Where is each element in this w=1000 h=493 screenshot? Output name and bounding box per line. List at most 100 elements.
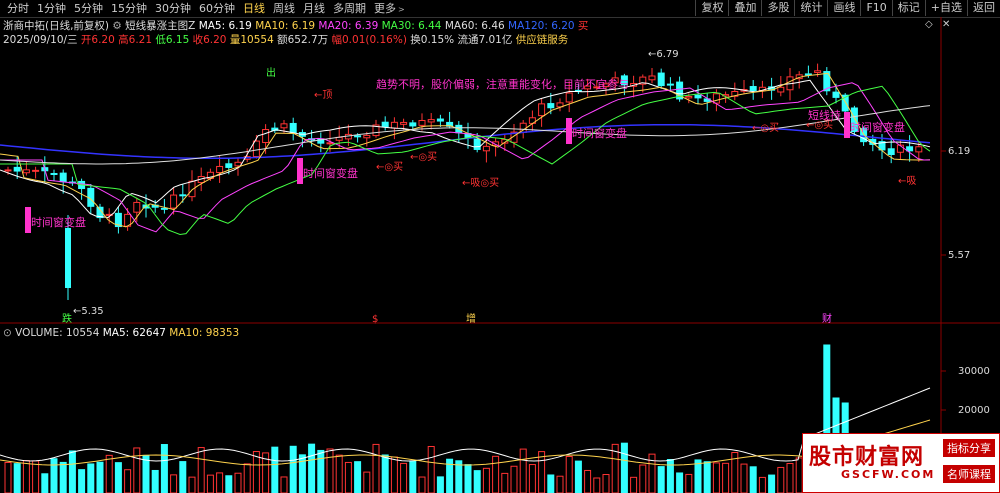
volume-bar xyxy=(289,445,297,493)
volume-bar xyxy=(786,463,794,493)
volume-bar xyxy=(179,461,187,493)
candle-body xyxy=(915,146,923,153)
candle-body xyxy=(170,194,178,209)
volume-bar xyxy=(142,455,150,493)
watermark-tag-share: 指标分享 xyxy=(943,439,995,457)
candle-body xyxy=(749,86,757,92)
volume-bar xyxy=(50,458,58,493)
volume-bar xyxy=(390,456,398,493)
buy-annotation: ←◎买 xyxy=(410,151,437,163)
volume-bar xyxy=(676,472,684,493)
volume-bar xyxy=(528,464,536,493)
candle-body xyxy=(814,70,822,73)
volume-ma5: MA5: 62647 xyxy=(102,327,166,339)
candle-body xyxy=(59,172,67,183)
buy-flag: 买 xyxy=(577,20,589,32)
time-window-label: 时间窗变盘 xyxy=(850,120,905,134)
volume-axis-label: 20000 xyxy=(958,405,990,416)
diamond-icon[interactable]: ◇ xyxy=(925,19,933,30)
volume-bar xyxy=(694,459,702,493)
volume-collapse-icon[interactable]: ⊙ xyxy=(3,327,12,339)
high-price-label: ←6.79 xyxy=(648,49,679,60)
close-icon[interactable]: ✕ xyxy=(942,19,950,30)
indicator-name[interactable]: 短线暴涨主图Z xyxy=(125,20,195,32)
volume-bar xyxy=(519,448,527,493)
volume-axis-label: 30000 xyxy=(958,366,990,377)
volume-bar xyxy=(78,469,86,493)
volume-bar xyxy=(216,472,224,493)
absorb-buy-annotation: ←吸◎买 xyxy=(462,177,499,189)
candle-body xyxy=(666,83,674,86)
time-window-label: 时间窗变盘 xyxy=(31,215,86,229)
candle-body xyxy=(648,75,656,81)
volume-bar xyxy=(547,474,555,493)
volume-bar xyxy=(602,474,610,493)
dividend-marker: $ xyxy=(372,314,378,325)
volume-bar xyxy=(160,444,168,493)
volume-bar xyxy=(13,463,21,493)
volume-bar xyxy=(344,461,352,493)
candle-body xyxy=(160,207,168,210)
ma120-line xyxy=(0,123,931,160)
volume-bar xyxy=(335,454,343,493)
candle-body xyxy=(354,135,362,138)
amount-value: 额652.7万 xyxy=(277,34,329,46)
volume-bar xyxy=(206,474,214,493)
watermark-logo: 股市财富网 GSCFW.COM 指标分享 名师课程 xyxy=(802,433,1000,493)
open-value: 开6.20 xyxy=(80,34,115,46)
volume-bar xyxy=(777,466,785,493)
volume-bar xyxy=(41,473,49,493)
candle-body xyxy=(804,73,812,76)
volume-bar xyxy=(703,461,711,493)
low-value: 低6.15 xyxy=(155,34,190,46)
close-value: 收6.20 xyxy=(192,34,227,46)
volume-bar xyxy=(685,473,693,493)
volume-bar xyxy=(243,463,251,493)
candle-body xyxy=(4,169,12,172)
kline-chart[interactable]: 6.195.573000020000时间窗变盘时间窗变盘时间窗变盘 时间窗变盘趋势… xyxy=(0,0,1000,493)
candle-body xyxy=(409,122,417,127)
volume-bar xyxy=(124,469,132,493)
volume-bar xyxy=(584,469,592,493)
volume-bar xyxy=(133,447,141,493)
quote-info-line: 2025/09/10/三 开6.20 高6.21 低6.15 收6.20 量10… xyxy=(3,32,568,47)
volume-bar xyxy=(768,474,776,493)
volume-bar xyxy=(170,474,178,493)
volume-bar xyxy=(657,466,665,493)
indicator-info-line: 浙商中拓(日线,前复权) ⚙ 短线暴涨主图Z MA5: 6.19 MA10: 6… xyxy=(3,18,588,33)
candle-body xyxy=(22,169,30,174)
volume-bar xyxy=(225,475,233,493)
candle-body xyxy=(390,121,398,129)
volume-bar xyxy=(59,461,67,493)
candle-body xyxy=(381,121,389,128)
date-label: 2025/09/10/三 xyxy=(3,34,78,46)
candle-body xyxy=(473,138,481,150)
fall-marker: 跌 xyxy=(62,312,72,325)
volume-bar xyxy=(630,476,638,493)
candle-body xyxy=(50,172,58,175)
candle-body xyxy=(32,169,40,172)
sector-value: 供应链服务 xyxy=(515,34,569,46)
candle-body xyxy=(712,93,720,104)
ma5-line xyxy=(0,79,931,219)
candle-body xyxy=(225,163,233,168)
candle-body xyxy=(400,121,408,125)
change-value: 幅0.01(0.16%) xyxy=(331,34,407,46)
candle-body xyxy=(657,72,665,87)
volume-bar xyxy=(87,463,95,493)
volume-bar xyxy=(464,464,472,493)
volume-bar xyxy=(409,460,417,493)
candle-body xyxy=(216,165,224,174)
candle-body xyxy=(234,161,242,167)
volume-bar xyxy=(593,477,601,493)
volume-label: VOLUME: 10554 xyxy=(15,327,100,339)
volume-bar xyxy=(317,449,325,493)
turnover-value: 换0.15% xyxy=(410,34,455,46)
volume-bar xyxy=(501,472,509,493)
volume-bar xyxy=(381,454,389,493)
settings-gear-icon[interactable]: ⚙ xyxy=(112,20,121,32)
candle-body xyxy=(482,145,490,152)
volume-bar xyxy=(188,476,196,493)
candle-body xyxy=(65,228,71,288)
volume-bar xyxy=(197,447,205,493)
